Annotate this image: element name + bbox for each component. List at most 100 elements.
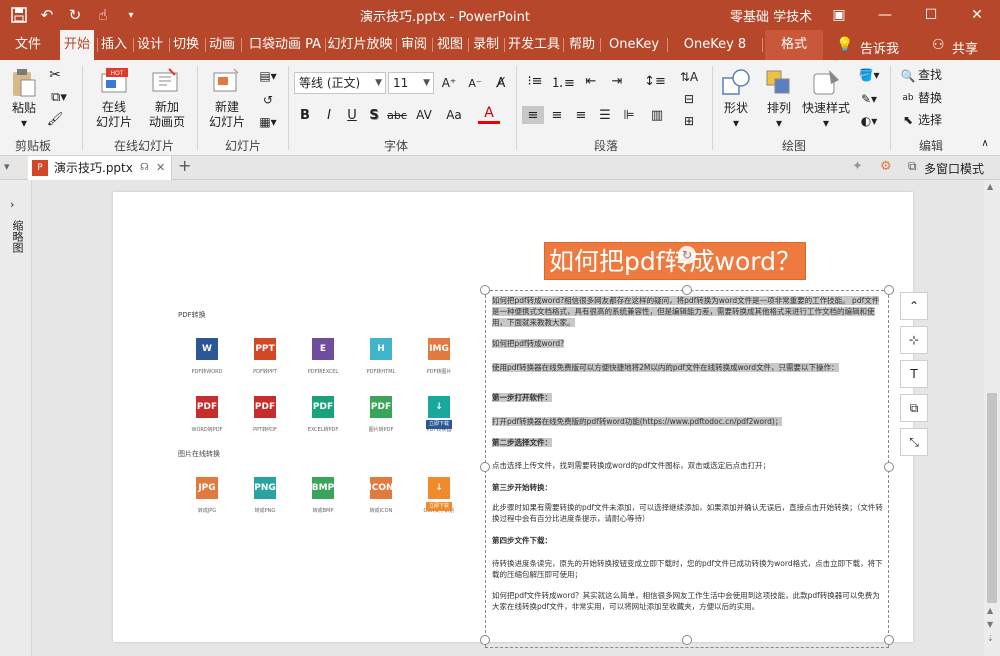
shrink-font-icon[interactable]: A⁻ [464,74,486,92]
converter-icon[interactable]: PDF [312,396,334,418]
tab-slideshow[interactable]: 幻灯片放映 [327,30,393,60]
resize-handle[interactable] [480,635,490,645]
tab-home[interactable]: 开始 [60,30,94,60]
quick-styles-button[interactable]: 快速样式 [800,101,852,116]
converter-icon[interactable]: H [370,338,392,360]
smartart-icon[interactable]: ⊞ [676,112,702,130]
resize-handle[interactable] [884,285,894,295]
align-right-icon[interactable]: ≡ [570,106,592,124]
shape-effects-icon[interactable]: ◐▾ [854,112,884,130]
resize-handle[interactable] [682,635,692,645]
tab-onekey8[interactable]: OneKey 8 [603,30,665,82]
slide-title[interactable]: 如何把pdf转成word？ [544,242,806,280]
document-tab[interactable]: P 演示技巧.pptx ☊ ✕ [28,156,172,180]
find-icon[interactable]: 🔍 [900,68,916,84]
arrange-tool-icon[interactable]: ⧉ [900,394,928,422]
font-name-select[interactable]: 等线 (正文) ▼ [294,72,386,94]
undo-icon[interactable]: ↶ [36,4,58,26]
tab-pocket-animation[interactable]: 口袋动画 PA [247,30,323,60]
paste-dropdown-icon[interactable]: ▾ [16,116,32,131]
converter-icon[interactable]: PDF [196,396,218,418]
align-text-icon[interactable]: ⊟ [676,90,702,108]
layout-icon[interactable]: ▤▾ [256,68,280,84]
converter-icon[interactable]: JPG [196,477,218,499]
paragraph[interactable]: 使用pdf转换器在线免费版可以方便快捷地将2M以内的pdf文件在线转换成word… [492,362,884,373]
select-button[interactable]: 选择 [918,113,958,128]
arrange-icon[interactable] [764,66,794,100]
online-slides-button[interactable]: 在线 幻灯片 [88,100,140,130]
scroll-up-icon[interactable]: ▲ [987,182,993,191]
paste-icon[interactable] [10,68,38,98]
char-spacing-button[interactable]: AV [410,106,438,124]
expand-thumbnails-icon[interactable]: › [10,198,14,211]
redo-icon[interactable]: ↻ [64,4,86,26]
online-slides-icon[interactable]: HOT [100,66,130,96]
tab-review[interactable]: 审阅 [399,30,429,60]
minimize-icon[interactable]: — [862,0,908,30]
scrollbar-thumb[interactable] [987,393,997,603]
ribbon-display-icon[interactable]: ▣ [816,0,862,30]
bold-button[interactable]: B [296,106,314,124]
paragraph[interactable]: 如何把pdf文件转成word？其实就这么简单，相信很多网友工作生活中会使用到这项… [492,590,884,612]
tab-animations[interactable]: 动画 [207,30,237,60]
converter-icon[interactable]: PDF [370,396,392,418]
format-painter-icon[interactable]: 🖌 [46,110,64,128]
underline-button[interactable]: U [343,106,361,124]
arrange-button[interactable]: 排列 [760,101,798,116]
quick-styles-icon[interactable] [810,66,842,100]
multiwindow-mode-button[interactable]: 多窗口模式 [924,160,984,177]
paste-button[interactable]: 粘贴 [6,101,42,116]
vertical-scrollbar[interactable]: ▲ ▲ ▼ ⇣ [984,180,1000,656]
close-tab-icon[interactable]: ✕ [156,156,165,180]
clear-format-icon[interactable]: A̸ [490,74,512,92]
skin-icon[interactable]: ✦ [852,159,863,174]
chevron-down-icon[interactable]: ▾ [818,116,834,131]
bullets-icon[interactable]: ⁝≡ [522,72,548,90]
copy-icon[interactable]: ⧉▾ [46,88,72,106]
paragraph[interactable]: 如何把pdf转成word?相信很多网友都存在这样的疑问，将pdf转换为word文… [492,295,884,328]
strikethrough-button[interactable]: abc [386,106,408,124]
scroll-down-icon[interactable]: ▼ [987,620,993,629]
tab-onekey8-plus[interactable]: OneKey 8 Plus [670,30,760,82]
converter-icon[interactable]: PNG [254,477,276,499]
chevron-down-icon[interactable]: ▾ [728,116,744,131]
new-animation-page-icon[interactable] [150,66,180,96]
save-icon[interactable] [8,4,30,26]
tab-design[interactable]: 设计 [135,30,165,60]
tab-insert[interactable]: 插入 [99,30,129,60]
shadow-button[interactable]: S [365,106,383,124]
converter-icon[interactable]: PPT [254,338,276,360]
new-slide-button[interactable]: 新建 幻灯片 [200,100,254,130]
replace-button[interactable]: 替换 [918,91,958,106]
customize-icon[interactable]: ▾ [120,4,142,26]
rotate-handle-icon[interactable]: ↻ [678,246,696,264]
pin-icon[interactable]: ☊ [140,156,149,180]
tab-view[interactable]: 视图 [435,30,465,60]
download-badge[interactable]: 立即下载 [426,420,452,429]
resize-handle[interactable] [682,285,692,295]
tell-me-input[interactable]: 告诉我 [860,38,899,57]
converter-icon[interactable]: ICON [368,477,394,499]
find-button[interactable]: 查找 [918,68,946,83]
chevron-down-icon[interactable]: ▾ [771,116,787,131]
shape-fill-icon[interactable]: 🪣▾ [854,66,884,84]
converter-icon[interactable]: W [196,338,218,360]
share-button[interactable]: 共享 [952,38,978,57]
converter-icon[interactable]: PDF [254,396,276,418]
font-color-button[interactable]: A [478,104,500,124]
line-spacing-icon[interactable]: ↕≡ [644,72,666,90]
new-slide-icon[interactable] [211,66,241,96]
maximize-icon[interactable]: ☐ [908,0,954,30]
step-heading[interactable]: 第三步开始转换： [492,482,884,493]
expand-icon[interactable]: ⤡ [900,428,928,456]
italic-button[interactable]: I [320,106,338,124]
resize-handle[interactable] [480,462,490,472]
shape-outline-icon[interactable]: ✎▾ [854,90,884,108]
paragraph[interactable]: 点击选择上传文件，找到需要转换成word的pdf文件图标，双击或选定后点击打开； [492,460,884,471]
converter-icon[interactable]: ↓ [428,477,450,499]
font-size-select[interactable]: 11 ▼ [388,72,434,94]
increase-indent-icon[interactable]: ⇥ [606,72,628,90]
layout-options-icon[interactable]: ⊹ [900,326,928,354]
add-tab-icon[interactable]: + [178,156,191,175]
step-heading[interactable]: 第一步打开软件： [492,392,884,403]
